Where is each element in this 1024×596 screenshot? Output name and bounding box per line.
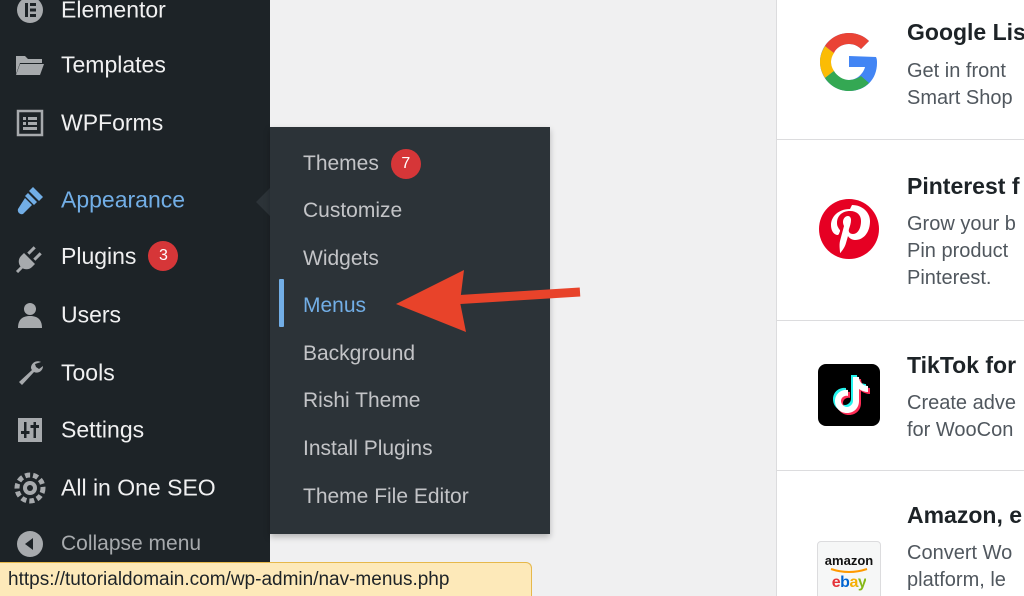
sidebar-item-settings[interactable]: Settings — [0, 406, 270, 454]
sidebar-item-label: Plugins 3 — [61, 241, 179, 273]
list-item[interactable]: Google Lis Get in front Smart Shop — [777, 0, 1024, 140]
plug-icon — [14, 242, 46, 274]
sidebar-item-elementor[interactable]: Elementor — [0, 0, 270, 34]
sliders-icon — [14, 414, 46, 446]
collapse-icon — [14, 528, 46, 560]
annotation-arrow-icon — [396, 270, 581, 332]
sidebar-item-label: Collapse menu — [61, 532, 202, 555]
extensions-list: Google Lis Get in front Smart Shop Pinte… — [776, 0, 1024, 596]
submenu-item-themes[interactable]: Themes 7 — [303, 144, 421, 184]
tiktok-logo-icon — [817, 363, 881, 427]
sidebar-item-label: WPForms — [61, 109, 164, 136]
sidebar-item-templates[interactable]: Templates — [0, 41, 270, 89]
list-item[interactable]: Pinterest f Grow your b Pin product Pint… — [777, 140, 1024, 321]
extension-title[interactable]: Amazon, e — [907, 502, 1022, 529]
themes-update-badge: 7 — [390, 149, 421, 179]
sidebar-item-label: Templates — [61, 51, 166, 78]
sidebar-item-label: Appearance — [61, 186, 186, 213]
sidebar-item-tools[interactable]: Tools — [0, 349, 270, 397]
user-icon — [14, 299, 46, 331]
submenu-item-widgets[interactable]: Widgets — [303, 239, 379, 279]
aioseo-icon — [14, 472, 46, 504]
wpforms-icon — [14, 107, 46, 139]
collapse-menu-button[interactable]: Collapse menu — [0, 520, 270, 568]
extension-title[interactable]: Pinterest f — [907, 173, 1019, 200]
sidebar-item-label: Settings — [61, 416, 145, 443]
plugins-update-badge: 3 — [148, 241, 179, 271]
sidebar-item-all-in-one-seo[interactable]: All in One SEO — [0, 464, 270, 512]
submenu-item-theme-file-editor[interactable]: Theme File Editor — [303, 477, 469, 517]
list-item[interactable]: TikTok for Create adve for WooCon — [777, 321, 1024, 471]
extension-description: Convert Wo platform, le — [907, 542, 1013, 591]
pinterest-logo-icon — [817, 197, 881, 261]
extension-title[interactable]: TikTok for — [907, 352, 1016, 379]
extension-description: Get in front Smart Shop — [907, 60, 1013, 109]
sidebar-item-plugins[interactable]: Plugins 3 — [0, 234, 270, 282]
flyout-pointer — [256, 188, 270, 216]
sidebar-item-users[interactable]: Users — [0, 291, 270, 339]
folder-icon — [14, 49, 46, 81]
sidebar-item-label: Tools — [61, 359, 115, 386]
google-logo-icon — [817, 30, 881, 94]
paintbrush-icon — [14, 184, 46, 216]
extension-description: Create adve for WooCon — [907, 392, 1016, 441]
wrench-icon — [14, 357, 46, 389]
link-url-status-bar: https://tutorialdomain.com/wp-admin/nav-… — [0, 562, 532, 596]
elementor-icon — [14, 0, 46, 26]
status-url: https://tutorialdomain.com/wp-admin/nav-… — [8, 568, 450, 590]
sidebar-item-label: Elementor — [61, 0, 166, 23]
amazon-ebay-logo-icon: amazon ebay — [817, 541, 881, 596]
sidebar-item-label: Users — [61, 301, 122, 328]
extension-description: Grow your b Pin product Pinterest. — [907, 213, 1016, 289]
extension-title[interactable]: Google Lis — [907, 19, 1024, 46]
list-item[interactable]: amazon ebay Amazon, e Convert Wo platfor… — [777, 471, 1024, 596]
sidebar-item-label: All in One SEO — [61, 474, 216, 501]
submenu-item-install-plugins[interactable]: Install Plugins — [303, 429, 433, 469]
submenu-item-rishi-theme[interactable]: Rishi Theme — [303, 381, 421, 421]
admin-sidebar: Elementor Templates WPForms Appearance P… — [0, 0, 270, 596]
current-item-indicator — [279, 279, 284, 327]
sidebar-item-appearance[interactable]: Appearance — [0, 176, 270, 224]
sidebar-item-wpforms[interactable]: WPForms — [0, 99, 270, 147]
submenu-item-menus[interactable]: Menus — [303, 286, 366, 326]
submenu-item-customize[interactable]: Customize — [303, 191, 402, 231]
